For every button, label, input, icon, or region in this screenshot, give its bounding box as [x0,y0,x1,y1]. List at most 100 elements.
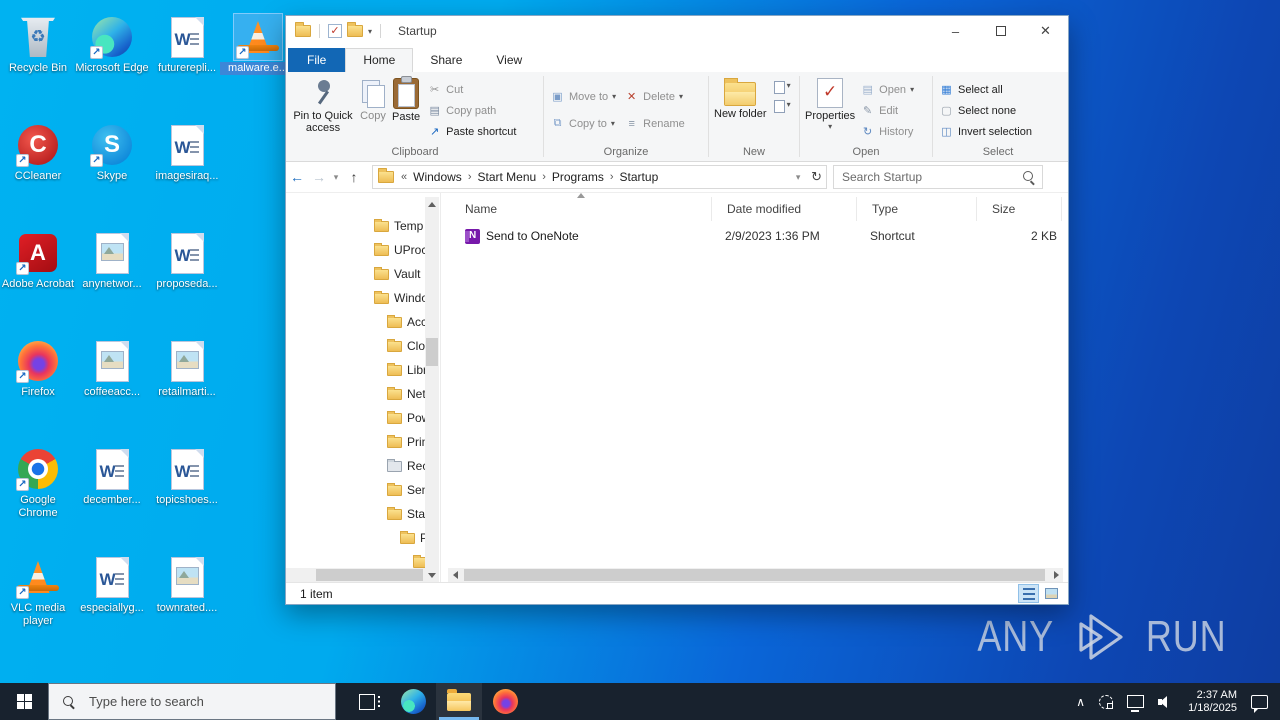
address-box[interactable]: « Windows › Start Menu › Programs › Startup ▾ ↻ [372,165,827,189]
desktop-icon-recycle-bin[interactable]: ♻ Recycle Bin [0,14,76,75]
network-icon[interactable] [1127,695,1145,712]
breadcrumb-item-start-menu[interactable]: Start Menu [477,170,536,184]
desktop-icon-vlc-media-player[interactable]: ↗ VLC media player [0,554,76,628]
large-icons-view-button[interactable] [1041,584,1062,603]
tree-horizontal-scrollbar[interactable] [286,568,425,582]
move-to-button[interactable]: ▣ Move to ▾ [550,87,616,106]
tree-vertical-scrollbar[interactable] [425,197,439,582]
list-scroll-left-button[interactable] [448,568,462,582]
desktop-icon-december[interactable]: Wdecember... [74,446,150,507]
tab-home[interactable]: Home [345,48,414,72]
desktop-icon-google-chrome[interactable]: ↗ Google Chrome [0,446,76,520]
tree-item-temp[interactable]: Temp [286,214,426,238]
taskbar-edge-button[interactable] [390,683,436,720]
tree-item-libr[interactable]: Libr [286,358,426,382]
taskbar-clock[interactable]: 2:37 AM 1/18/2025 [1188,689,1237,715]
maximize-button[interactable] [978,16,1023,46]
invert-selection-button[interactable]: ◫ Invert selection [939,122,1032,141]
list-scroll-right-button[interactable] [1049,568,1063,582]
customize-qat-caret-icon[interactable]: ▾ [368,27,372,36]
tray-status-icon[interactable] [1099,694,1114,709]
edit-button[interactable]: ✎ Edit [860,101,914,120]
tab-share[interactable]: Share [413,49,479,72]
desktop-icon-futurerepli[interactable]: Wfuturerepli... [149,14,225,75]
desktop-icon-imagesiraq[interactable]: Wimagesiraq... [149,122,225,183]
recent-locations-caret-icon[interactable]: ▾ [330,172,342,183]
select-none-button[interactable]: ▢ Select none [939,101,1032,120]
title-bar[interactable]: ✓ ▾ Startup – ✕ [286,16,1068,46]
cut-button[interactable]: ✂ Cut [427,80,516,99]
column-header-name[interactable]: Name [450,197,712,221]
back-button[interactable]: ← [286,169,308,185]
tree-item-start[interactable]: Start [286,502,426,526]
tree-item-send[interactable]: Send [286,478,426,502]
desktop-icon-anynetwor[interactable]: anynetwor... [74,230,150,291]
column-header-date-modified[interactable]: Date modified [712,197,857,221]
list-hscrollbar-thumb[interactable] [464,569,1045,581]
select-all-button[interactable]: ▦ Select all [939,80,1032,99]
details-view-button[interactable] [1018,584,1039,603]
copy-path-button[interactable]: ▤ Copy path [427,101,516,120]
taskbar-firefox-button[interactable] [482,683,528,720]
copy-button[interactable]: Copy [357,75,389,125]
search-box[interactable]: Search Startup [833,165,1043,189]
properties-button[interactable]: Properties ▾ [802,75,858,134]
volume-icon[interactable] [1158,695,1174,709]
minimize-button[interactable]: – [933,16,978,46]
new-folder-quick-icon[interactable] [347,22,363,37]
desktop-icon-microsoft-edge[interactable]: ↗ Microsoft Edge [74,14,150,75]
breadcrumb-item-windows[interactable]: Windows [413,170,462,184]
tab-file[interactable]: File [288,48,346,72]
desktop-icon-skype[interactable]: S ↗ Skype [74,122,150,183]
tree-item-windo[interactable]: Windo [286,286,426,310]
breadcrumb-item-programs[interactable]: Programs [552,170,604,184]
desktop-icon-retailmarti[interactable]: retailmarti... [149,338,225,399]
tree-item-clou[interactable]: Clou [286,334,426,358]
tree-item-acc[interactable]: Acc [286,310,426,334]
desktop-icon-adobe-acrobat[interactable]: A ↗ Adobe Acrobat [0,230,76,291]
desktop-icon-firefox[interactable]: ↗ Firefox [0,338,76,399]
tree-item-prin[interactable]: Prin [286,430,426,454]
new-folder-button[interactable]: New folder [711,75,770,123]
file-row-send-to-onenote[interactable]: Send to OneNote 2/9/2023 1:36 PM Shortcut 2… [442,225,1068,247]
tab-view[interactable]: View [479,49,539,72]
delete-button[interactable]: ✕ Delete ▾ [624,87,685,106]
start-button[interactable] [0,683,48,720]
tree-scroll-down-button[interactable] [425,568,439,582]
pin-to-quick-access-button[interactable]: Pin to Quick access [289,75,357,137]
history-button[interactable]: ↻ History [860,122,914,141]
action-center-icon[interactable] [1251,694,1268,713]
desktop-icon-especiallyg[interactable]: Wespeciallyg... [74,554,150,615]
tree-item-rece[interactable]: Rece [286,454,426,478]
refresh-icon[interactable]: ↻ [811,169,822,185]
taskbar-explorer-button[interactable] [436,683,482,720]
tree-item-netw[interactable]: Netw [286,382,426,406]
new-item-button[interactable]: ▾ [773,81,791,94]
up-button[interactable]: ↑ [342,169,366,185]
address-dropdown-caret-icon[interactable]: ▾ [792,172,804,183]
properties-quick-icon[interactable]: ✓ [328,24,342,38]
desktop-icon-townrated[interactable]: townrated.... [149,554,225,615]
list-horizontal-scrollbar[interactable] [448,568,1063,582]
tree-item-uproc[interactable]: UProc [286,238,426,262]
copy-to-button[interactable]: ⧉ Copy to ▾ [550,114,616,133]
tree-item-vault[interactable]: Vault [286,262,426,286]
breadcrumb-item-startup[interactable]: Startup [620,170,659,184]
tree-scroll-up-button[interactable] [425,197,439,211]
tree-scrollbar-thumb[interactable] [426,338,438,366]
tree-item-pow[interactable]: Pow [286,406,426,430]
desktop-icon-topicshoes[interactable]: Wtopicshoes... [149,446,225,507]
paste-button[interactable]: Paste [389,75,423,126]
desktop-icon-coffeeacc[interactable]: coffeeacc... [74,338,150,399]
task-view-button[interactable] [344,683,390,720]
desktop-icon-ccleaner[interactable]: C ↗ CCleaner [0,122,76,183]
tray-expand-chevron-icon[interactable]: ∧ [1076,695,1085,709]
close-button[interactable]: ✕ [1023,16,1068,46]
column-header-size[interactable]: Size [977,197,1062,221]
paste-shortcut-button[interactable]: ↗ Paste shortcut [427,122,516,141]
forward-button[interactable]: → [308,169,330,185]
column-header-type[interactable]: Type [857,197,977,221]
tree-item-pro[interactable]: Pro [286,526,426,550]
desktop-icon-proposeda[interactable]: Wproposeda... [149,230,225,291]
taskbar-search-input[interactable]: Type here to search [48,683,336,720]
